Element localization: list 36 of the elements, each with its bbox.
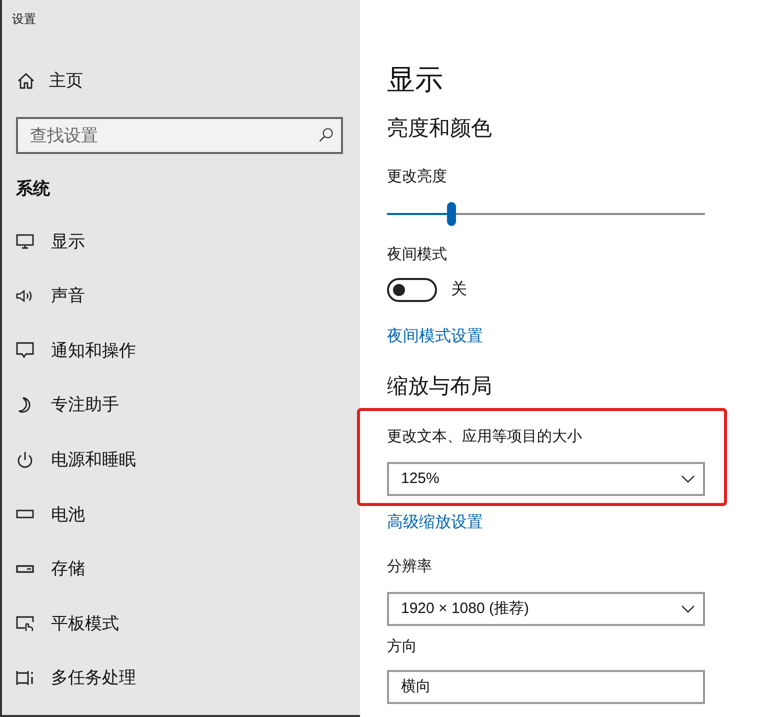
chevron-down-icon	[681, 475, 695, 483]
window-title: 设置	[11, 11, 37, 28]
toggle-switch[interactable]	[387, 278, 437, 302]
search-icon[interactable]	[317, 126, 335, 144]
dropdown[interactable]: 1920 × 1080 (推荐)	[387, 592, 705, 626]
sidebar-item[interactable]: 电源和睡眠	[2, 432, 252, 487]
home-icon	[16, 71, 36, 91]
slider-thumb[interactable]	[446, 202, 456, 226]
toggle-state: 关	[451, 280, 467, 300]
sidebar-item[interactable]: 专注助手	[2, 378, 252, 432]
power-icon	[15, 450, 35, 470]
page-title: 显示	[387, 63, 443, 97]
settings-link[interactable]: 夜间模式设置	[387, 326, 483, 348]
sidebar-item[interactable]: 电池	[2, 486, 252, 542]
slider-label: 更改亮度	[387, 167, 447, 187]
dropdown[interactable]: 125%	[387, 462, 705, 496]
dropdown-label: 更改文本、应用等项目的大小	[387, 427, 582, 447]
home-nav-item[interactable]: 主页	[2, 66, 202, 96]
sidebar-item[interactable]: 平板模式	[2, 596, 252, 651]
section-heading: 亮度和颜色	[387, 116, 492, 142]
sidebar-item[interactable]: 通知和操作	[2, 323, 252, 378]
section-heading: 系统	[15, 178, 51, 200]
dropdown-label: 分辨率	[387, 557, 432, 577]
dropdown[interactable]: 横向	[387, 670, 705, 704]
sidebar-item[interactable]: 多任务处理	[2, 650, 252, 706]
section-heading: 缩放与布局	[387, 374, 492, 400]
search-field[interactable]: 查找设置	[16, 117, 343, 154]
chevron-down-icon	[681, 605, 695, 613]
dropdown-label: 方向	[387, 637, 417, 657]
sidebar-item[interactable]: 显示	[2, 214, 252, 269]
sidebar-item[interactable]: 存储	[2, 542, 252, 596]
sidebar-item[interactable]: 声音	[2, 268, 252, 324]
toggle-label: 夜间模式	[387, 245, 447, 265]
brightness-slider[interactable]	[387, 202, 705, 226]
settings-link[interactable]: 高级缩放设置	[387, 512, 483, 534]
speech-bubble-icon	[15, 340, 35, 360]
